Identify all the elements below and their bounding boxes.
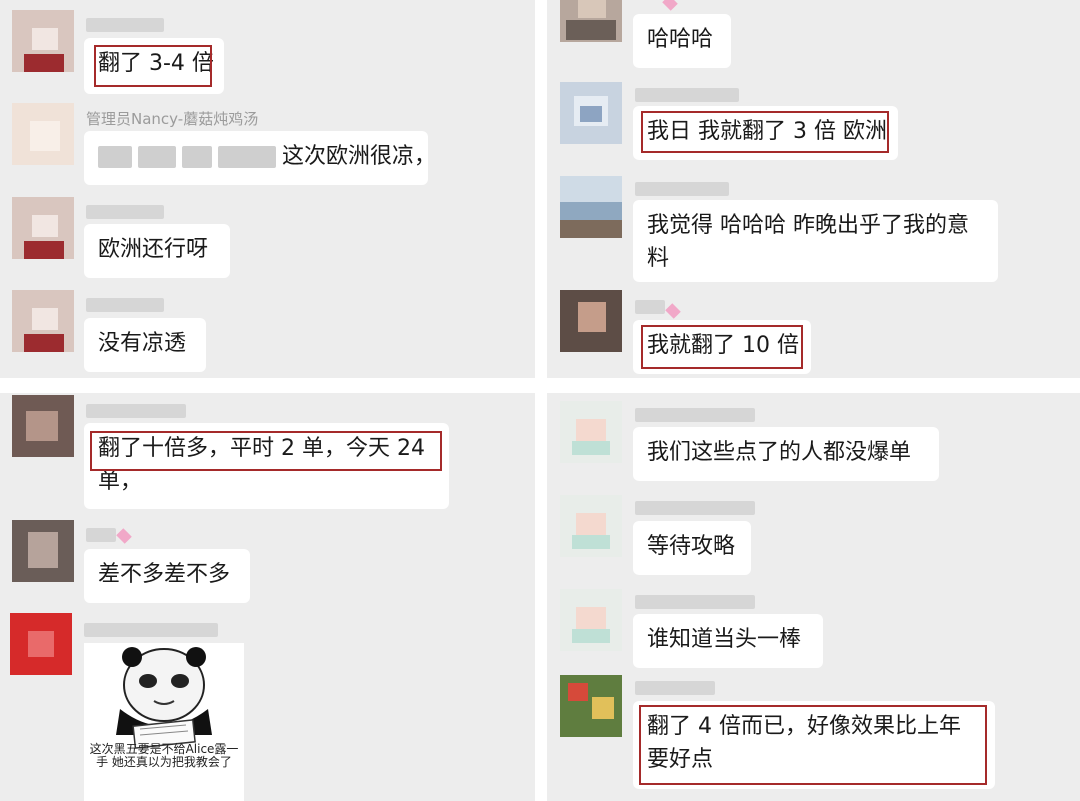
message-bubble[interactable]: 我们这些点了的人都没爆单 <box>633 427 939 481</box>
avatar[interactable] <box>12 197 74 259</box>
message-text: 翻了 4 倍而已，好像效果比上年要好点 <box>647 714 961 772</box>
message-text: 我们这些点了的人都没爆单 <box>647 440 912 465</box>
message-text: 哈哈哈 <box>647 27 714 52</box>
message-bubble[interactable]: 我觉得 哈哈哈 昨晚出乎了我的意料 <box>633 200 998 282</box>
sender-name-blurred <box>86 18 164 32</box>
sender-name-blurred <box>635 300 665 314</box>
message-text: 欧洲还行呀 <box>98 237 209 262</box>
message-text: 我日 我就翻了 3 倍 欧洲 <box>647 119 887 144</box>
decoration <box>116 528 132 544</box>
avatar[interactable] <box>560 675 622 737</box>
chat-panel-bottom-right: 我们这些点了的人都没爆单 等待攻略 谁知道当头一棒 翻了 4 倍而已，好像效果比… <box>547 393 1080 801</box>
message-bubble[interactable]: 翻了 4 倍而已，好像效果比上年要好点 <box>633 701 995 789</box>
message-bubble[interactable]: 翻了 3-4 倍 <box>84 38 224 94</box>
avatar[interactable] <box>560 176 622 238</box>
message-bubble[interactable]: 等待攻略 <box>633 521 751 575</box>
message-bubble[interactable]: 我就翻了 10 倍 <box>633 320 811 374</box>
sender-name-blurred <box>86 298 164 312</box>
sender-name: 管理员Nancy-蘑菇炖鸡汤 <box>86 110 259 128</box>
decoration <box>662 0 678 11</box>
avatar[interactable] <box>560 0 622 42</box>
sender-name-blurred <box>86 404 186 418</box>
avatar[interactable] <box>560 401 622 463</box>
avatar[interactable] <box>12 520 74 582</box>
sender-name-blurred <box>86 528 116 542</box>
sender-name-blurred <box>635 595 755 609</box>
message-text: 等待攻略 <box>647 534 736 559</box>
avatar[interactable] <box>560 495 622 557</box>
avatar[interactable] <box>560 290 622 352</box>
message-bubble[interactable]: 我日 我就翻了 3 倍 欧洲 <box>633 106 898 160</box>
chat-panel-bottom-left: 翻了十倍多，平时 2 单，今天 24 单， 差不多差不多 这次黑五要是不给Ali… <box>0 393 535 801</box>
avatar[interactable] <box>12 10 74 72</box>
sender-name-blurred <box>635 501 755 515</box>
message-bubble[interactable]: 谁知道当头一棒 <box>633 614 823 668</box>
sender-name-blurred <box>84 623 218 637</box>
message-bubble[interactable]: 没有凉透 <box>84 318 206 372</box>
sender-name-blurred <box>635 408 755 422</box>
message-bubble[interactable]: 这次欧洲很凉， <box>84 131 436 185</box>
avatar[interactable] <box>560 589 622 651</box>
sticker-image[interactable]: 这次黑五要是不给Alice露一手 她还真以为把我教会了 <box>84 643 244 801</box>
message-text: 翻了 3-4 倍 <box>98 51 214 76</box>
sender-name-blurred <box>635 681 715 695</box>
message-text: 谁知道当头一棒 <box>647 627 802 652</box>
chat-panel-top-right: 哈哈哈 我日 我就翻了 3 倍 欧洲 我觉得 哈哈哈 昨晚出乎了我的意料 我就翻… <box>547 0 1080 378</box>
message-text: 差不多差不多 <box>98 562 231 587</box>
avatar[interactable] <box>560 82 622 144</box>
blurred-text <box>182 146 212 168</box>
sender-name-blurred <box>635 88 739 102</box>
message-text: 我觉得 哈哈哈 昨晚出乎了我的意料 <box>647 213 969 271</box>
avatar[interactable] <box>10 613 72 675</box>
message-bubble[interactable]: 差不多差不多 <box>84 549 250 603</box>
message-bubble[interactable]: 欧洲还行呀 <box>84 224 230 278</box>
message-text: 翻了十倍多，平时 2 单，今天 24 单， <box>98 436 425 494</box>
avatar[interactable] <box>12 103 74 165</box>
avatar[interactable] <box>12 395 74 457</box>
blurred-text <box>98 146 132 168</box>
decoration <box>665 303 681 319</box>
message-text: 没有凉透 <box>98 331 187 356</box>
sticker-caption: 这次黑五要是不给Alice露一手 她还真以为把我教会了 <box>89 742 239 769</box>
message-text: 我就翻了 10 倍 <box>647 333 799 358</box>
blurred-text <box>218 146 276 168</box>
message-bubble[interactable]: 翻了十倍多，平时 2 单，今天 24 单， <box>84 423 449 509</box>
panda-meme-icon <box>116 647 212 749</box>
sender-name-blurred <box>86 205 164 219</box>
chat-panel-top-left: 翻了 3-4 倍 管理员Nancy-蘑菇炖鸡汤 这次欧洲很凉， 欧洲还行呀 没有… <box>0 0 535 378</box>
sender-name-blurred <box>635 182 729 196</box>
blurred-text <box>138 146 176 168</box>
message-bubble[interactable]: 哈哈哈 <box>633 14 731 68</box>
message-text: 这次欧洲很凉， <box>282 144 437 169</box>
avatar[interactable] <box>12 290 74 352</box>
